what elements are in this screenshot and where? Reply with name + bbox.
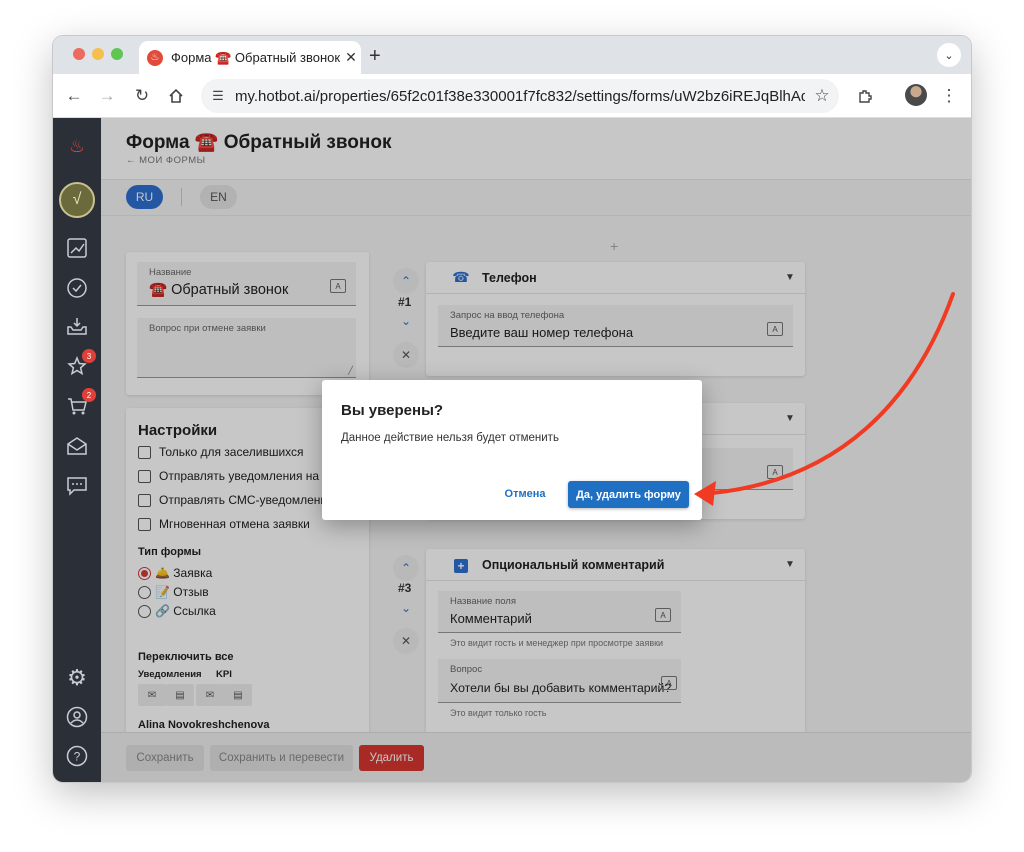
browser-tab[interactable]: ♨ Форма ☎️ Обратный звонок ✕ [139,41,361,74]
confirm-delete-dialog: Вы уверены? Данное действие нельзя будет… [322,380,702,520]
inbox-icon[interactable] [65,314,89,338]
hotbot-favicon-icon: ♨ [147,49,163,66]
home-icon[interactable] [164,84,188,108]
app: ♨ √ 3 2 ⚙ ? Форма ☎️ Обратный звонок ← М… [53,118,971,782]
new-tab-button[interactable]: + [369,45,381,68]
profile-icon[interactable] [65,705,89,729]
tab-strip: ♨ Форма ☎️ Обратный звонок ✕ + ⌄ [53,36,971,74]
property-avatar[interactable]: √ [59,182,95,218]
back-arrow-icon[interactable]: ← [62,84,86,108]
dialog-confirm-delete-button[interactable]: Да, удалить форму [568,481,689,508]
tab-title: Форма ☎️ Обратный звонок [171,49,341,65]
bookmark-star-icon[interactable]: ☆ [805,86,839,106]
cart-badge: 2 [82,388,96,402]
hotbot-logo-icon[interactable]: ♨ [65,134,89,158]
extensions-icon[interactable] [853,84,877,108]
minimize-window-button[interactable] [92,48,104,60]
sidebar: ♨ √ 3 2 ⚙ ? [53,118,101,782]
chat-icon[interactable] [65,474,89,498]
reload-icon[interactable]: ↻ [130,84,154,108]
dialog-message: Данное действие нельзя будет отменить [341,432,559,444]
zoom-window-button[interactable] [111,48,123,60]
analytics-icon[interactable] [65,236,89,260]
help-icon[interactable]: ? [65,744,89,768]
browser-window: ♨ Форма ☎️ Обратный звонок ✕ + ⌄ ← → ↻ ☰… [53,36,971,782]
tasks-check-icon[interactable] [65,276,89,300]
settings-gear-icon[interactable]: ⚙ [65,665,89,690]
browser-menu-icon[interactable]: ⋮ [937,84,961,108]
reviews-badge: 3 [82,349,96,363]
browser-toolbar: ← → ↻ ☰ my.hotbot.ai/properties/65f2c01f… [53,74,971,118]
mail-icon[interactable] [65,434,89,458]
address-bar[interactable]: ☰ my.hotbot.ai/properties/65f2c01f38e330… [201,79,839,113]
close-window-button[interactable] [73,48,85,60]
close-tab-icon[interactable]: ✕ [341,49,361,66]
dialog-cancel-button[interactable]: Отмена [496,481,554,507]
profile-avatar[interactable] [905,84,927,106]
tab-search-button[interactable]: ⌄ [937,43,961,67]
dialog-title: Вы уверены? [341,402,444,419]
url-text: my.hotbot.ai/properties/65f2c01f38e33000… [235,87,805,105]
svg-text:?: ? [74,750,81,764]
site-settings-icon[interactable]: ☰ [201,88,235,104]
forward-arrow-icon[interactable]: → [95,84,119,108]
